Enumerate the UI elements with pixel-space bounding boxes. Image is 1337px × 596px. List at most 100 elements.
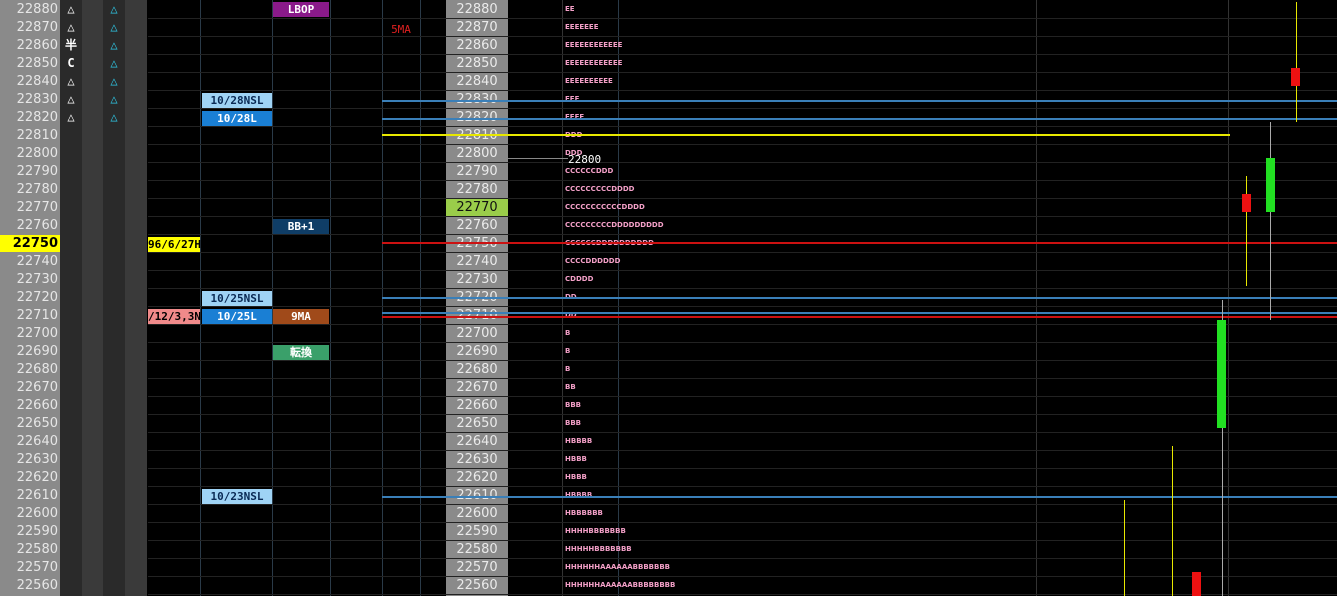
price-label-left[interactable]: 22600: [0, 505, 60, 522]
price-label-left[interactable]: 22870: [0, 19, 60, 36]
price-label-left[interactable]: 22850: [0, 55, 60, 72]
price-label-mid[interactable]: 22840: [446, 73, 508, 90]
price-label-mid[interactable]: 22640: [446, 433, 508, 450]
level-line-blue: [382, 496, 1337, 498]
level-line-red: [382, 242, 1337, 244]
price-label-left[interactable]: 22620: [0, 469, 60, 486]
price-label-left[interactable]: 22680: [0, 361, 60, 378]
grid-row-line: [148, 18, 1337, 19]
grid-row-line: [148, 234, 1337, 235]
price-label-left[interactable]: 22670: [0, 379, 60, 396]
nsl-1023-tag: 10/23NSL: [202, 489, 272, 504]
price-label-mid[interactable]: 22730: [446, 271, 508, 288]
price-label-mid[interactable]: 22760: [446, 217, 508, 234]
tpo-letters: EEEEEEEEEE: [565, 77, 613, 85]
candle-wick: [1124, 500, 1125, 596]
price-label-mid[interactable]: 22690: [446, 343, 508, 360]
price-label-left[interactable]: 22570: [0, 559, 60, 576]
candle-red: [1192, 572, 1201, 596]
price-label-left[interactable]: 22810: [0, 127, 60, 144]
price-label-left[interactable]: 22880: [0, 1, 60, 18]
grid-row-line: [148, 342, 1337, 343]
tpo-letters: B: [565, 329, 571, 337]
price-label-mid[interactable]: 22670: [446, 379, 508, 396]
grid-row-line: [148, 504, 1337, 505]
price-label-left[interactable]: 22740: [0, 253, 60, 270]
price-label-mid[interactable]: 22660: [446, 397, 508, 414]
level-line-blue: [382, 118, 1337, 120]
grid-row-line: [148, 306, 1337, 307]
grid-row-line: [148, 198, 1337, 199]
price-label-mid[interactable]: 22680: [446, 361, 508, 378]
price-label-left[interactable]: 22610: [0, 487, 60, 504]
grid-row-line: [148, 216, 1337, 217]
price-label-left[interactable]: 22800: [0, 145, 60, 162]
tpo-letters: HHHHHHAAAAAABBBBBBB: [565, 563, 671, 571]
level-line-blue: [382, 100, 1337, 102]
price-label-left[interactable]: 22730: [0, 271, 60, 288]
tpo-letters: EEEEEEE: [565, 23, 599, 31]
signal-mark-2: △: [110, 56, 118, 70]
price-label-left[interactable]: 22770: [0, 199, 60, 216]
price-label-mid[interactable]: 22790: [446, 163, 508, 180]
price-label-left[interactable]: 22650: [0, 415, 60, 432]
grid-row-line: [148, 468, 1337, 469]
price-label-mid[interactable]: 22630: [446, 451, 508, 468]
tpo-letters: HHHHBBBBBBB: [565, 527, 626, 535]
grid-row-line: [148, 126, 1337, 127]
price-label-left[interactable]: 22840: [0, 73, 60, 90]
grid-row-line: [148, 54, 1337, 55]
price-label-left[interactable]: 22750: [0, 235, 60, 252]
date-27h-tag: 96/6/27H: [148, 237, 201, 252]
price-label-left[interactable]: 22780: [0, 181, 60, 198]
price-label-left[interactable]: 22630: [0, 451, 60, 468]
level-line-yellow: [382, 134, 1230, 136]
grid-row-line: [148, 324, 1337, 325]
price-label-left[interactable]: 22710: [0, 307, 60, 324]
price-label-left[interactable]: 22820: [0, 109, 60, 126]
price-label-mid[interactable]: 22650: [446, 415, 508, 432]
price-label-left[interactable]: 22700: [0, 325, 60, 342]
price-label-mid[interactable]: 22590: [446, 523, 508, 540]
price-label-mid[interactable]: 22800: [446, 145, 508, 162]
price-label-mid[interactable]: 22620: [446, 469, 508, 486]
mark-column-3-bg: [125, 0, 147, 596]
signal-mark-1: △: [67, 92, 75, 106]
price-label-left[interactable]: 22580: [0, 541, 60, 558]
price-label-left[interactable]: 22830: [0, 91, 60, 108]
price-label-left[interactable]: 22760: [0, 217, 60, 234]
price-label-left[interactable]: 22560: [0, 577, 60, 594]
price-label-left[interactable]: 22720: [0, 289, 60, 306]
price-label-mid[interactable]: 22850: [446, 55, 508, 72]
grid-row-line: [148, 144, 1337, 145]
price-label-left[interactable]: 22690: [0, 343, 60, 360]
signal-mark-2: △: [110, 2, 118, 16]
candle-wick: [1246, 176, 1247, 286]
price-label-mid[interactable]: 22860: [446, 37, 508, 54]
price-label-mid[interactable]: 22560: [446, 577, 508, 594]
tpo-letters: B: [565, 365, 571, 373]
grid-row-line: [148, 558, 1337, 559]
candle-red: [1242, 194, 1251, 212]
price-label-mid[interactable]: 22770: [446, 199, 508, 216]
price-label-mid[interactable]: 22580: [446, 541, 508, 558]
price-label-mid[interactable]: 22700: [446, 325, 508, 342]
grid-row-line: [148, 90, 1337, 91]
cursor-price-readout: 22800: [568, 153, 602, 166]
price-label-left[interactable]: 22860: [0, 37, 60, 54]
signal-mark-1: 半: [64, 38, 77, 52]
chart-window: 22880 22880 △ △ EE 22870 22870 △ △ EEEEEEE 22860 22…: [0, 0, 1337, 596]
ma5-label: 5MA: [391, 23, 411, 36]
price-label-mid[interactable]: 22880: [446, 1, 508, 18]
price-label-left[interactable]: 22640: [0, 433, 60, 450]
price-label-mid[interactable]: 22740: [446, 253, 508, 270]
price-label-left[interactable]: 22790: [0, 163, 60, 180]
price-label-mid[interactable]: 22570: [446, 559, 508, 576]
price-label-left[interactable]: 22660: [0, 397, 60, 414]
price-label-mid[interactable]: 22870: [446, 19, 508, 36]
bb1-tag: BB+1: [273, 219, 329, 234]
price-label-mid[interactable]: 22780: [446, 181, 508, 198]
price-label-mid[interactable]: 22600: [446, 505, 508, 522]
signal-mark-2: △: [110, 74, 118, 88]
price-label-left[interactable]: 22590: [0, 523, 60, 540]
